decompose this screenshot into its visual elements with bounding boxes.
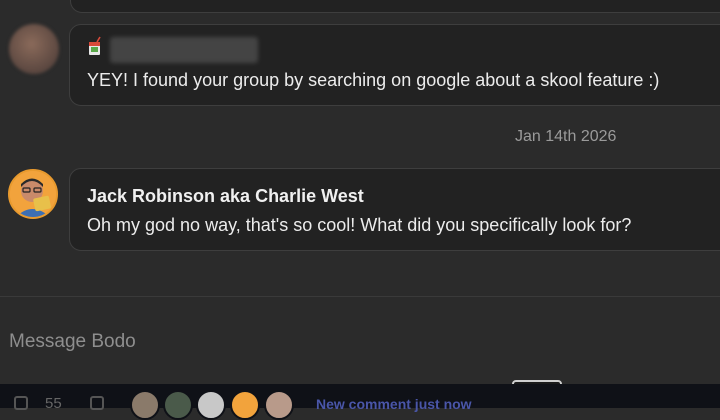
profile-photo-icon xyxy=(10,171,56,217)
date-separator: Jan 14th 2026 xyxy=(515,128,617,145)
chat-thread: YEY! I found your group by searching on … xyxy=(0,0,720,296)
blurred-sender-name xyxy=(110,37,258,63)
avatar[interactable] xyxy=(8,169,58,219)
avatar xyxy=(264,390,294,420)
comment-count: 55 xyxy=(45,395,62,412)
avatar xyxy=(130,390,160,420)
avatar xyxy=(230,390,260,420)
sender-name[interactable]: Jack Robinson aka Charlie West xyxy=(87,186,364,207)
message-composer xyxy=(0,296,720,384)
avatar xyxy=(163,390,193,420)
avatar[interactable] xyxy=(9,24,59,74)
juice-box-emoji-icon xyxy=(89,36,101,55)
message-bubble: Jack Robinson aka Charlie West Oh my god… xyxy=(69,168,720,251)
previous-message-bubble xyxy=(70,0,720,13)
avatar xyxy=(196,390,226,420)
message-text: Oh my god no way, that's so cool! What d… xyxy=(87,215,632,235)
message-input[interactable] xyxy=(9,331,689,353)
message-bubble: YEY! I found your group by searching on … xyxy=(69,24,720,106)
message-text: YEY! I found your group by searching on … xyxy=(87,70,660,90)
bottom-bar: 55 New comment just now xyxy=(0,384,720,420)
new-comment-notice[interactable]: New comment just now xyxy=(316,396,472,412)
